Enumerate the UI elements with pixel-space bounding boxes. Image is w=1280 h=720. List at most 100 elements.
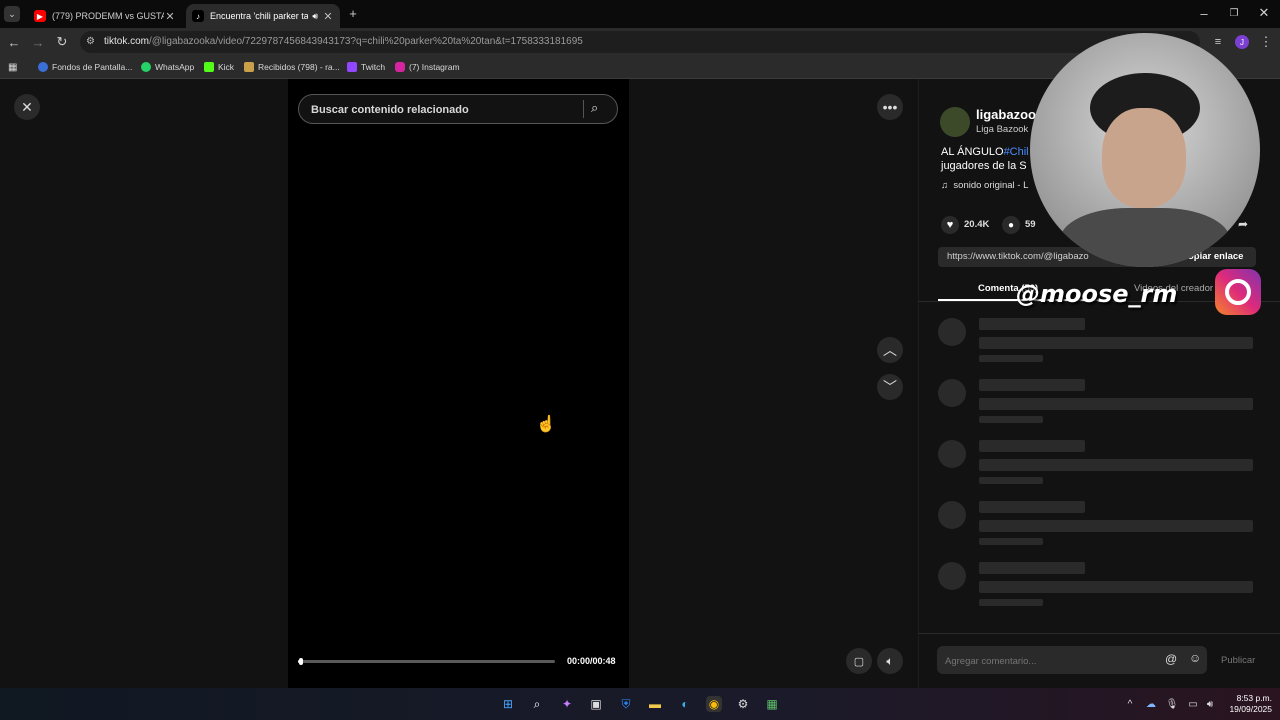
address-bar[interactable]: ⚙ tiktok.com/@ligabazooka/video/72297874… [80, 31, 1200, 53]
windows-start-icon[interactable]: ⊞ [500, 696, 516, 712]
avatar[interactable]: J [1234, 34, 1250, 50]
kick-icon [204, 62, 214, 72]
music-note-icon: ♫ [941, 180, 949, 191]
steam-icon[interactable]: ⚙ [735, 696, 751, 712]
skeleton-line [979, 318, 1085, 330]
previous-video-button[interactable]: ︿ [877, 337, 903, 363]
skeleton-line [979, 562, 1085, 574]
creator-avatar[interactable] [940, 107, 970, 137]
forward-icon[interactable]: → [30, 34, 46, 50]
youtube-icon: ▶ [34, 10, 46, 22]
next-video-button[interactable]: ﹀ [877, 374, 903, 400]
comment-input[interactable] [943, 652, 1157, 670]
taskbar: ⊞ ⌕ ✦ ▣ ⛨ ▬ ◐ ◉ ⚙ ▦ ^ ☁ 🎙︎ ▭ 🔊︎ 8:53 p.m… [0, 688, 1280, 720]
video-progress-bar[interactable] [298, 658, 555, 665]
volume-button[interactable]: 🔈︎ [877, 648, 903, 674]
media-control-icon[interactable]: ≡ [1210, 34, 1226, 50]
chevron-down-icon: ﹀ [883, 379, 897, 395]
creator-username[interactable]: ligabazoo [976, 107, 1036, 122]
close-video-button[interactable]: ✕ [14, 94, 40, 120]
url-host: tiktok.com [104, 36, 150, 47]
close-icon[interactable]: ✕ [164, 10, 176, 23]
close-icon[interactable]: ✕ [322, 10, 334, 23]
like-button[interactable]: ♥ [941, 216, 959, 234]
bookmark-fondos[interactable]: Fondos de Pantalla... [38, 59, 132, 75]
skeleton-line [979, 538, 1043, 545]
file-explorer-icon[interactable]: ▬ [647, 696, 663, 712]
heart-icon: ♥ [946, 219, 954, 231]
skeleton-avatar [938, 379, 966, 407]
bookmark-twitch[interactable]: Twitch [347, 59, 385, 75]
tab-tiktok[interactable]: ♪ Encuentra 'chili parker ta ta 🔊︎ ✕ [186, 4, 340, 28]
volume-icon[interactable]: 🔊︎ [1202, 696, 1218, 712]
skeleton-avatar [938, 562, 966, 590]
pip-icon: ▢ [853, 655, 865, 668]
video-time: 00:00/00:48 [567, 656, 616, 666]
reload-icon[interactable]: ↻ [54, 34, 70, 50]
back-icon[interactable]: ← [6, 34, 22, 50]
menu-kebab-icon[interactable]: ⋮ [1258, 34, 1274, 50]
close-icon: ✕ [21, 98, 33, 115]
window-close-icon[interactable]: ✕ [1256, 5, 1272, 21]
apps-grid-icon[interactable]: ▦ [8, 59, 17, 75]
search-input[interactable] [309, 101, 573, 119]
comment-box: @ ☺ [937, 646, 1207, 674]
skeleton-line [979, 416, 1043, 423]
related-search: ⌕ [298, 94, 618, 124]
floating-player-button[interactable]: ▢ [846, 648, 872, 674]
sound-link[interactable]: ♫ sonido original - L [941, 180, 1028, 191]
url-path: /@ligabazooka/video/7229787456843943173?… [149, 36, 583, 47]
browser-tab-strip: ⌄ ▶ (779) PRODEMM vs GUSTAVO F ✕ ♪ Encue… [0, 0, 1280, 28]
comment-button[interactable]: ● [1002, 216, 1020, 234]
mention-icon[interactable]: @ [1165, 652, 1177, 666]
mail-icon [244, 62, 254, 72]
emoji-icon[interactable]: ☺ [1189, 651, 1201, 665]
system-clock[interactable]: 8:53 p.m. 19/09/2025 [1222, 693, 1272, 715]
skeleton-line [979, 581, 1253, 593]
creator-display-name: Liga Bazook [976, 124, 1029, 135]
bookmark-kick[interactable]: Kick [204, 59, 234, 75]
search-icon[interactable]: ⌕ [591, 100, 598, 116]
comment-count: 59 [1025, 219, 1036, 230]
network-icon[interactable]: ▭ [1185, 696, 1201, 712]
share-icon[interactable]: ➦ [1238, 217, 1248, 231]
hashtag-link[interactable]: #Chil [1004, 146, 1029, 158]
copilot-icon[interactable]: ✦ [559, 696, 575, 712]
cursor-hand-icon: ☝ [536, 416, 556, 433]
edge-icon[interactable]: ◐ [677, 696, 693, 712]
skeleton-line [979, 440, 1085, 452]
tab-youtube[interactable]: ▶ (779) PRODEMM vs GUSTAVO F ✕ [28, 4, 182, 28]
chevron-up-icon: ︿ [883, 342, 897, 358]
webcam-overlay [1030, 33, 1260, 267]
skeleton-line [979, 459, 1253, 471]
new-tab-icon[interactable]: + [345, 5, 361, 21]
skeleton-line [979, 477, 1043, 484]
chevron-up-icon[interactable]: ^ [1122, 696, 1138, 712]
more-options-button[interactable]: ••• [877, 94, 903, 120]
video-player[interactable] [288, 79, 629, 688]
mic-icon[interactable]: 🎙︎ [1164, 696, 1180, 712]
app-icon[interactable]: ▦ [764, 696, 780, 712]
skeleton-line [979, 355, 1043, 362]
chrome-icon[interactable]: ◉ [706, 696, 722, 712]
minimize-icon[interactable]: – [1196, 5, 1212, 21]
tab-search-icon[interactable]: ⌄ [4, 6, 20, 22]
publish-button[interactable]: Publicar [1221, 655, 1255, 666]
cloud-icon[interactable]: ☁ [1143, 696, 1159, 712]
speaker-icon[interactable]: 🔊︎ [312, 11, 318, 22]
store-icon[interactable]: ▣ [588, 696, 604, 712]
tab-title: (779) PRODEMM vs GUSTAVO F [52, 11, 164, 21]
skeleton-line [979, 398, 1253, 410]
search-icon[interactable]: ⌕ [529, 696, 545, 712]
bookmark-instagram[interactable]: (7) Instagram [395, 59, 460, 75]
defender-icon[interactable]: ⛨ [618, 696, 634, 712]
instagram-icon [1215, 269, 1261, 315]
skeleton-avatar [938, 440, 966, 468]
skeleton-avatar [938, 501, 966, 529]
bookmark-whatsapp[interactable]: WhatsApp [141, 59, 194, 75]
whatsapp-icon [141, 62, 151, 72]
maximize-icon[interactable]: ❐ [1226, 5, 1242, 21]
site-info-icon[interactable]: ⚙ [86, 31, 95, 53]
speaker-icon: 🔈︎ [886, 653, 894, 668]
bookmark-recibidos[interactable]: Recibidos (798) - ra... [244, 59, 340, 75]
